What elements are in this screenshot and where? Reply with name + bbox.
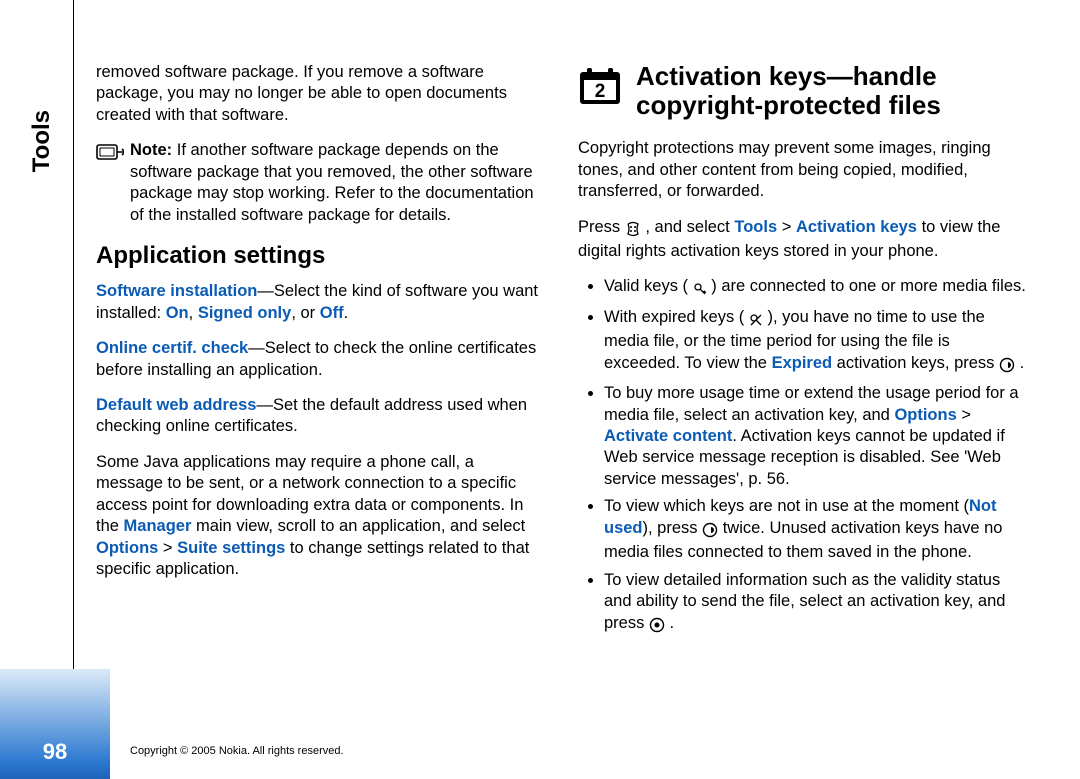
scroll-right-icon: [702, 522, 723, 540]
bullet-detailed-info: To view detailed information such as the…: [604, 570, 1026, 637]
bullet-buy-more: To buy more usage time or extend the usa…: [604, 383, 1026, 490]
svg-text:2: 2: [595, 81, 606, 102]
page-content: removed software package. If you remove …: [96, 62, 1056, 643]
copyright-line: Copyright © 2005 Nokia. All rights reser…: [130, 745, 344, 757]
select-key-icon: [649, 617, 670, 635]
right-column: 2 Activation keys—handle copyright-prote…: [578, 62, 1026, 643]
page-number: 98: [43, 739, 67, 765]
side-tab: Tools: [28, 48, 56, 110]
note-block: Note: If another software package depend…: [96, 140, 544, 226]
note-text: Note: If another software package depend…: [130, 141, 534, 223]
activation-keys-heading: 2 Activation keys—handle copyright-prote…: [578, 62, 1026, 120]
left-column: removed software package. If you remove …: [96, 62, 544, 643]
menu-key-icon: [625, 221, 646, 239]
copyright-protection-paragraph: Copyright protections may prevent some i…: [578, 138, 1026, 202]
bullet-list: Valid keys ( ) are connected to one or m…: [578, 276, 1026, 637]
java-paragraph: Some Java applications may require a pho…: [96, 452, 544, 581]
bullet-not-used: To view which keys are not in use at the…: [604, 496, 1026, 563]
software-installation-paragraph: Software installation—Select the kind of…: [96, 281, 544, 324]
bullet-valid-keys: Valid keys ( ) are connected to one or m…: [604, 276, 1026, 300]
online-certif-paragraph: Online certif. check—Select to check the…: [96, 338, 544, 381]
calendar-icon: 2: [578, 66, 622, 112]
valid-key-icon: [693, 280, 712, 298]
vertical-rule: [73, 0, 74, 779]
expired-key-icon: [749, 311, 768, 329]
default-web-address-paragraph: Default web address—Set the default addr…: [96, 395, 544, 438]
page-number-badge: 98: [0, 669, 110, 779]
press-tools-paragraph: Press , and select Tools > Activation ke…: [578, 217, 1026, 263]
intro-paragraph: removed software package. If you remove …: [96, 62, 544, 126]
application-settings-heading: Application settings: [96, 240, 544, 271]
scroll-right-icon: [999, 357, 1020, 375]
bullet-expired-keys: With expired keys ( ), you have no time …: [604, 307, 1026, 377]
note-icon: [96, 142, 124, 166]
